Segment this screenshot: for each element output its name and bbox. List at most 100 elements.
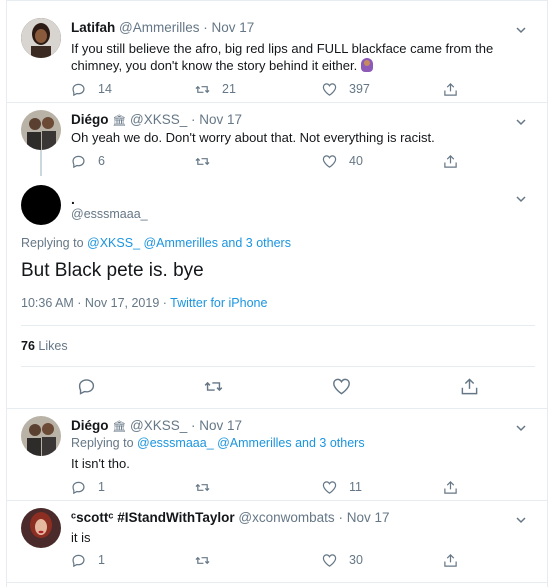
chevron-down-icon[interactable] bbox=[515, 422, 527, 434]
divider bbox=[7, 500, 547, 501]
replying-prefix: Replying to bbox=[71, 436, 134, 450]
separator-dot: · bbox=[191, 418, 196, 433]
tweet-meta: 10:36 AM · Nov 17, 2019 · Twitter for iP… bbox=[21, 296, 267, 310]
avatar[interactable] bbox=[21, 18, 61, 58]
tweet-date[interactable]: Nov 17 bbox=[212, 20, 255, 35]
author-name[interactable]: . bbox=[71, 191, 75, 207]
reply-button[interactable]: 6 bbox=[71, 152, 105, 170]
retweet-button[interactable] bbox=[204, 377, 223, 395]
tweet-actions: 1 11 bbox=[71, 478, 471, 496]
author-handle[interactable]: @XKSS_ bbox=[130, 112, 187, 127]
share-button[interactable] bbox=[443, 478, 458, 496]
replying-to-users-link[interactable]: @esssmaaa_ @Ammerilles and 3 others bbox=[137, 436, 365, 450]
like-button[interactable]: 30 bbox=[322, 551, 363, 569]
retweet-button[interactable]: 21 bbox=[195, 80, 236, 98]
tweet-text-content: If you still believe the afro, big red l… bbox=[71, 41, 494, 73]
like-button[interactable]: 11 bbox=[322, 478, 362, 496]
share-button[interactable] bbox=[443, 80, 458, 98]
likes-label: Likes bbox=[38, 339, 68, 353]
heart-icon bbox=[322, 480, 337, 494]
reply-icon bbox=[72, 155, 85, 168]
retweet-button[interactable] bbox=[195, 478, 222, 496]
chevron-down-icon[interactable] bbox=[515, 24, 527, 36]
tweet-text: it is bbox=[71, 530, 91, 545]
tweet-date[interactable]: Nov 17 bbox=[347, 510, 390, 525]
tweet-thread: Latifah @Ammerilles · Nov 17 If you stil… bbox=[6, 0, 548, 587]
bank-emoji: 🏛 bbox=[112, 421, 127, 433]
reply-icon bbox=[72, 554, 85, 567]
reply-icon bbox=[72, 481, 85, 494]
avatar[interactable] bbox=[21, 508, 61, 548]
likes-stat[interactable]: 76 Likes bbox=[21, 339, 68, 353]
reply-count: 1 bbox=[98, 480, 105, 494]
main-tweet-actions bbox=[77, 377, 479, 397]
like-button[interactable] bbox=[332, 377, 351, 395]
retweet-icon bbox=[195, 157, 210, 165]
author-name[interactable]: Latifah bbox=[71, 20, 115, 35]
reply-button[interactable]: 14 bbox=[71, 80, 112, 98]
replying-prefix: Replying to bbox=[21, 236, 84, 250]
share-icon bbox=[444, 154, 457, 168]
tweet-date[interactable]: Nov 17 bbox=[199, 112, 242, 127]
heart-icon bbox=[322, 553, 337, 567]
author-handle[interactable]: @XKSS_ bbox=[130, 418, 187, 433]
reply-button[interactable] bbox=[77, 377, 96, 395]
avatar[interactable] bbox=[21, 185, 61, 225]
retweet-button[interactable] bbox=[195, 551, 222, 569]
reply-count: 14 bbox=[98, 82, 112, 96]
retweet-icon bbox=[204, 381, 223, 391]
share-icon bbox=[444, 82, 457, 96]
chevron-down-icon[interactable] bbox=[515, 116, 527, 128]
author-handle[interactable]: @esssmaaa_ bbox=[71, 207, 148, 221]
replying-to: Replying to @esssmaaa_ @Ammerilles and 3… bbox=[71, 435, 511, 452]
replying-to-users-link[interactable]: @XKSS_ @Ammerilles and 3 others bbox=[87, 236, 291, 250]
heart-icon bbox=[322, 154, 337, 168]
retweet-count: 21 bbox=[222, 82, 236, 96]
reply-count: 6 bbox=[98, 154, 105, 168]
tweet-text: If you still believe the afro, big red l… bbox=[71, 40, 511, 74]
tweet-actions: 1 30 bbox=[71, 551, 471, 569]
like-button[interactable]: 40 bbox=[322, 152, 363, 170]
share-icon bbox=[461, 377, 478, 394]
tweet-source-link[interactable]: Twitter for iPhone bbox=[170, 296, 267, 310]
avatar[interactable] bbox=[21, 110, 61, 150]
tweet-actions: 14 21 397 bbox=[71, 80, 471, 98]
like-button[interactable]: 397 bbox=[322, 80, 370, 98]
tweet-date[interactable]: Nov 17 bbox=[199, 418, 242, 433]
chevron-down-icon[interactable] bbox=[515, 514, 527, 526]
like-count: 11 bbox=[349, 480, 362, 494]
divider bbox=[7, 0, 547, 1]
tweet-text: Oh yeah we do. Don't worry about that. N… bbox=[71, 130, 435, 145]
tweet-timestamp[interactable]: 10:36 AM · Nov 17, 2019 bbox=[21, 296, 159, 310]
avatar[interactable] bbox=[21, 416, 61, 456]
author-name[interactable]: Diégo bbox=[71, 418, 109, 433]
author-name[interactable]: Diégo bbox=[71, 112, 109, 127]
separator-dot: · bbox=[203, 20, 208, 35]
retweet-icon bbox=[195, 85, 210, 93]
chevron-down-icon[interactable] bbox=[515, 193, 527, 205]
like-count: 397 bbox=[349, 82, 370, 96]
reply-button[interactable]: 1 bbox=[71, 478, 105, 496]
reply-icon bbox=[78, 378, 95, 395]
tweet-text: But Black pete is. bye bbox=[21, 260, 204, 281]
bank-emoji: 🏛 bbox=[112, 115, 127, 127]
share-button[interactable] bbox=[443, 551, 458, 569]
heart-icon bbox=[322, 82, 337, 96]
heart-icon bbox=[333, 378, 350, 394]
separator-dot: · bbox=[338, 510, 343, 525]
share-icon bbox=[444, 480, 457, 494]
likes-count: 76 bbox=[21, 339, 35, 353]
author-name[interactable]: ᶜscottᶜ #IStandWithTaylor bbox=[71, 510, 235, 525]
reply-button[interactable]: 1 bbox=[71, 551, 105, 569]
divider bbox=[7, 408, 547, 409]
share-button[interactable] bbox=[443, 152, 458, 170]
retweet-icon bbox=[195, 556, 210, 564]
author-handle[interactable]: @xconwombats bbox=[238, 510, 334, 525]
reply-icon bbox=[72, 83, 85, 96]
share-button[interactable] bbox=[460, 377, 479, 395]
retweet-button[interactable] bbox=[195, 152, 222, 170]
author-handle[interactable]: @Ammerilles bbox=[119, 20, 199, 35]
like-count: 40 bbox=[349, 154, 363, 168]
like-count: 30 bbox=[349, 553, 363, 567]
divider bbox=[21, 366, 535, 367]
